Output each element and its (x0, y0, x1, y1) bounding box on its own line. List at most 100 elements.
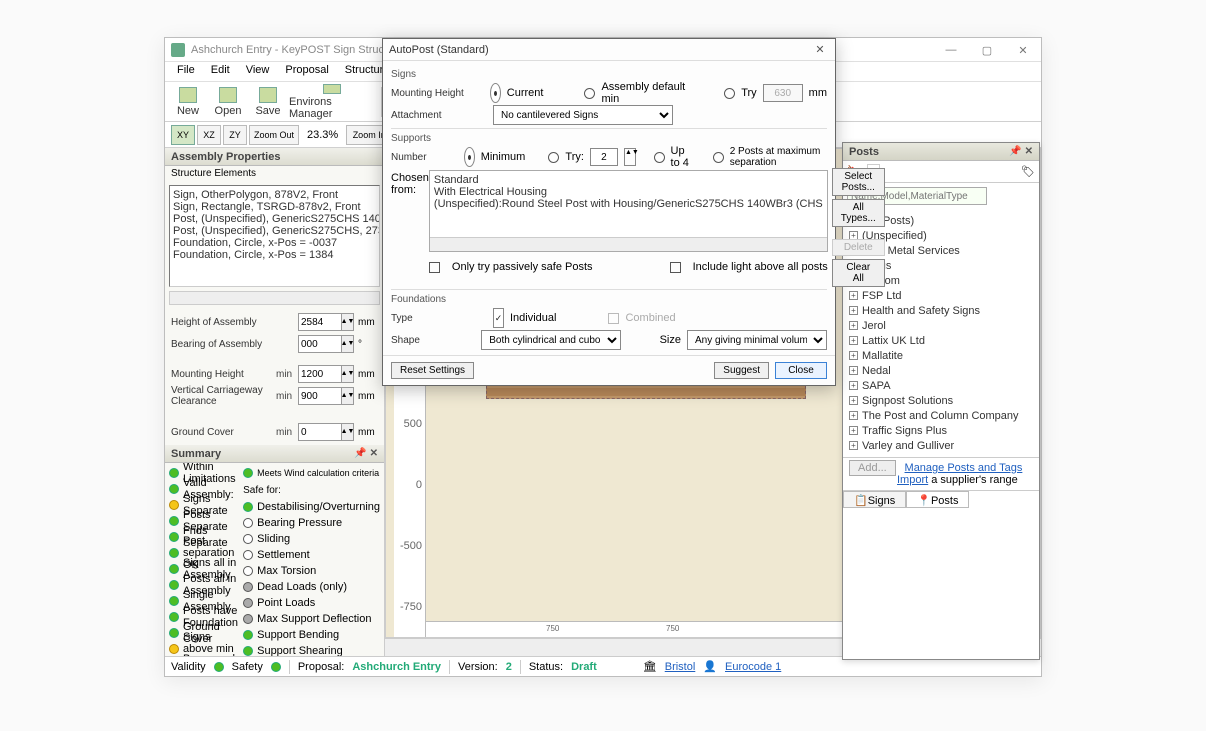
attachment-select[interactable]: No cantilevered Signs (493, 105, 673, 125)
tree-item[interactable]: +Varley and Gulliver (849, 438, 1033, 453)
bearing-input[interactable] (298, 335, 342, 353)
radio-minimum[interactable] (464, 147, 475, 167)
design-code-link[interactable]: Eurocode 1 (725, 661, 781, 673)
expand-icon[interactable]: + (849, 351, 858, 360)
summary-panel: Within LimitationsValid Assembly:Signs S… (165, 463, 384, 656)
radio-num-try[interactable] (548, 152, 559, 163)
tab-posts[interactable]: 📍Posts (906, 491, 969, 508)
expand-icon[interactable]: + (849, 411, 858, 420)
panel-pin-icon[interactable]: 📌 ✕ (354, 448, 378, 459)
list-item[interactable]: Standard (434, 174, 823, 186)
spinner[interactable]: ▲▼ (342, 365, 354, 383)
posts-panel-footer: Add... Manage Posts and Tags Import a su… (843, 457, 1039, 490)
list-item[interactable]: Sign, OtherPolygon, 878V2, Front (173, 189, 376, 201)
spinner[interactable]: ▲▼ (342, 387, 354, 405)
mounting-height-input[interactable] (298, 365, 342, 383)
tree-item[interactable]: +Jerol (849, 318, 1033, 333)
tag-icon[interactable]: 🏷 (1021, 165, 1035, 178)
scrollbar[interactable] (430, 237, 827, 251)
passive-safe-checkbox[interactable] (429, 262, 440, 273)
individual-checkbox[interactable] (493, 308, 504, 328)
menu-edit[interactable]: Edit (203, 62, 238, 81)
all-types-button[interactable]: All Types... (832, 199, 885, 227)
list-item[interactable]: Foundation, Circle, x-Pos = 1384 (173, 249, 376, 261)
dialog-titlebar[interactable]: AutoPost (Standard) ✕ (383, 39, 835, 61)
select-posts-button[interactable]: Select Posts... (832, 168, 885, 196)
close-window-button[interactable]: ✕ (1005, 38, 1041, 62)
radio-try[interactable] (724, 88, 735, 99)
scrollbar[interactable] (169, 291, 380, 305)
expand-icon[interactable]: + (849, 381, 858, 390)
tree-item[interactable]: +Signpost Solutions (849, 393, 1033, 408)
list-item[interactable]: With Electrical Housing (434, 186, 823, 198)
minimize-button[interactable]: — (933, 38, 969, 62)
number-label: Number (391, 152, 458, 163)
tree-item[interactable]: +Mallatite (849, 348, 1033, 363)
suggest-button[interactable]: Suggest (714, 362, 769, 379)
save-button[interactable]: Save (249, 84, 287, 120)
num-try-input[interactable] (590, 148, 618, 166)
environs-manager-button[interactable]: Environs Manager (289, 84, 375, 120)
expand-icon[interactable]: + (849, 426, 858, 435)
delete-button[interactable]: Delete (832, 239, 885, 256)
reset-settings-button[interactable]: Reset Settings (391, 362, 474, 379)
height-input[interactable] (298, 313, 342, 331)
tree-item[interactable]: +Lattix UK Ltd (849, 333, 1033, 348)
try-value-input[interactable] (763, 84, 803, 102)
tree-item[interactable]: +Traffic Signs Plus (849, 423, 1033, 438)
expand-icon[interactable]: + (849, 396, 858, 405)
list-item[interactable]: Sign, Rectangle, TSRGD-878v2, Front (173, 201, 376, 213)
radio-default-min[interactable] (584, 88, 595, 99)
include-light-checkbox[interactable] (670, 262, 681, 273)
tree-item[interactable]: +Health and Safety Signs (849, 303, 1033, 318)
open-button[interactable]: Open (209, 84, 247, 120)
spinner[interactable]: ▲▼ (342, 313, 354, 331)
expand-icon[interactable]: + (849, 441, 858, 450)
tree-item[interactable]: +Nedal (849, 363, 1033, 378)
add-post-button[interactable]: Add... (849, 460, 896, 476)
tree-item[interactable]: +The Post and Column Company (849, 408, 1033, 423)
spinner[interactable]: ▲▼ (342, 335, 354, 353)
tab-signs[interactable]: 📋Signs (843, 491, 906, 508)
dialog-close-button[interactable]: ✕ (811, 41, 829, 59)
zoom-out-button[interactable]: Zoom Out (249, 125, 299, 145)
view-xy-button[interactable]: XY (171, 125, 195, 145)
radio-2max[interactable] (713, 152, 724, 163)
radio-current[interactable] (490, 83, 501, 103)
size-select[interactable]: Any giving minimal volume (687, 330, 827, 350)
list-item[interactable]: Foundation, Circle, x-Pos = -0037 (173, 237, 376, 249)
clearance-input[interactable] (298, 387, 342, 405)
view-xz-button[interactable]: XZ (197, 125, 221, 145)
expand-icon[interactable]: + (849, 366, 858, 375)
expand-icon[interactable]: + (849, 306, 858, 315)
expand-icon[interactable]: + (849, 291, 858, 300)
menu-view[interactable]: View (238, 62, 278, 81)
structure-elements-list[interactable]: Sign, OtherPolygon, 878V2, Front Sign, R… (169, 185, 380, 287)
list-item[interactable]: Post, (Unspecified), GenericS275CHS, 273… (173, 225, 376, 237)
menu-proposal[interactable]: Proposal (277, 62, 336, 81)
location-link[interactable]: Bristol (665, 661, 696, 673)
ground-cover-input[interactable] (298, 423, 342, 441)
new-button[interactable]: New (169, 84, 207, 120)
expand-icon[interactable]: + (849, 336, 858, 345)
view-zy-button[interactable]: ZY (223, 125, 247, 145)
shape-select[interactable]: Both cylindrical and cuboid (481, 330, 621, 350)
close-dialog-button[interactable]: Close (775, 362, 827, 379)
panel-close-icon[interactable]: 📌 ✕ (1009, 146, 1033, 157)
maximize-button[interactable]: ▢ (969, 38, 1005, 62)
import-link[interactable]: Import (897, 474, 928, 486)
spinner[interactable]: ▲▼ (342, 423, 354, 441)
list-item[interactable]: (Unspecified):Round Steel Post with Hous… (434, 198, 823, 210)
spinner[interactable]: ▲▼ (624, 148, 636, 166)
list-item[interactable]: Post, (Unspecified), GenericS275CHS 140W… (173, 213, 376, 225)
tree-item[interactable]: +SAPA (849, 378, 1033, 393)
expand-icon[interactable]: + (849, 321, 858, 330)
chosen-posts-list[interactable]: Standard With Electrical Housing (Unspec… (429, 170, 828, 252)
tree-item[interactable]: +FSP Ltd (849, 288, 1033, 303)
menu-file[interactable]: File (169, 62, 203, 81)
radio-upto4[interactable] (654, 152, 665, 163)
manage-posts-link[interactable]: Manage Posts and Tags (905, 462, 1023, 474)
clear-all-button[interactable]: Clear All (832, 259, 885, 287)
posts-panel-header[interactable]: Posts📌 ✕ (843, 143, 1039, 161)
autopost-dialog: AutoPost (Standard) ✕ Signs Mounting Hei… (382, 38, 836, 386)
